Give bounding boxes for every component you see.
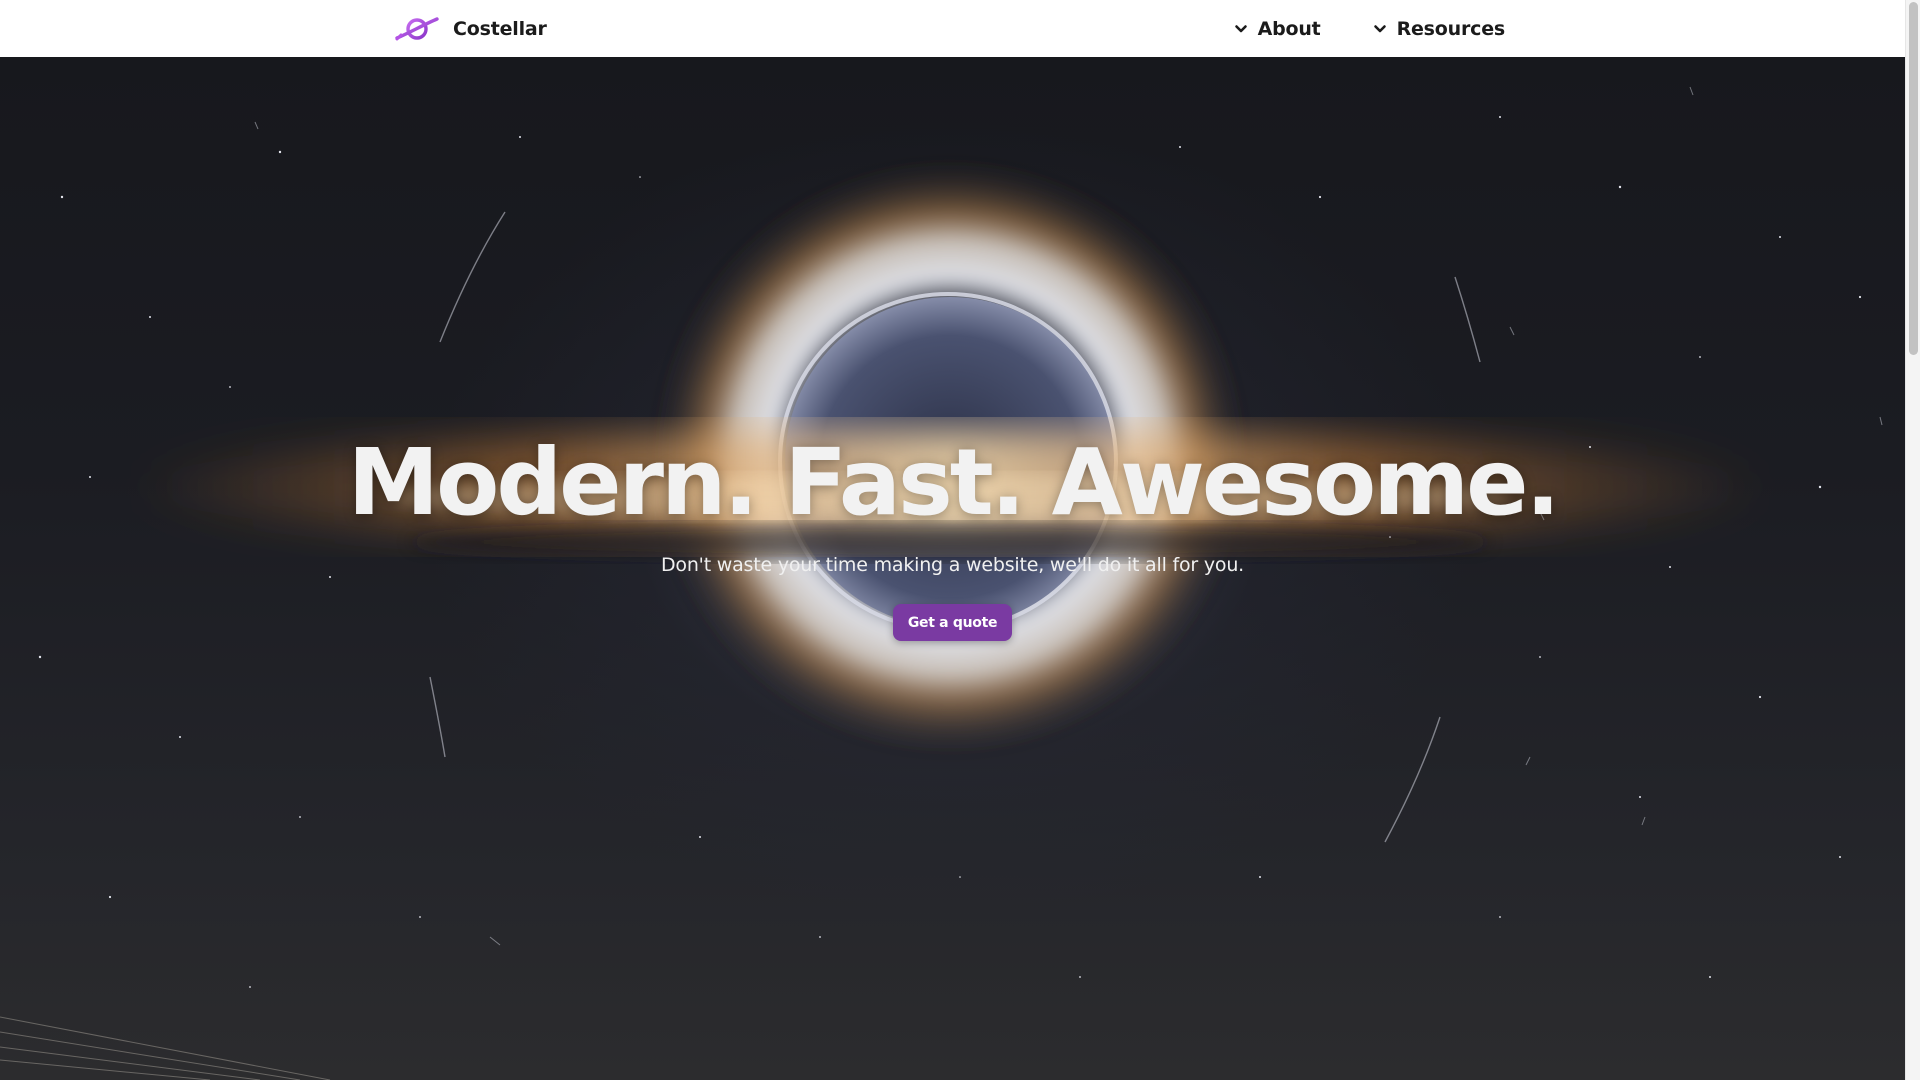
planet-logo-icon bbox=[395, 17, 439, 41]
nav-item-resources[interactable]: Resources bbox=[1373, 18, 1505, 40]
scrollbar-thumb[interactable] bbox=[1909, 2, 1918, 355]
hero-content: Modern. Fast. Awesome. Don't waste your … bbox=[0, 57, 1905, 1080]
page-scrollbar[interactable] bbox=[1905, 0, 1920, 1080]
chevron-down-icon bbox=[1373, 25, 1386, 33]
hero-headline: Modern. Fast. Awesome. bbox=[347, 429, 1561, 536]
top-navbar: Costellar About Resources bbox=[0, 0, 1905, 57]
hero-subtitle: Don't waste your time making a website, … bbox=[660, 554, 1245, 576]
nav-label-resources: Resources bbox=[1396, 18, 1506, 40]
brand-home-link[interactable]: Costellar bbox=[395, 14, 547, 44]
nav-links: About Resources bbox=[1234, 14, 1505, 44]
nav-item-about[interactable]: About bbox=[1234, 18, 1321, 40]
brand-name: Costellar bbox=[453, 18, 547, 40]
get-a-quote-button[interactable]: Get a quote bbox=[893, 604, 1012, 641]
hero-section: Modern. Fast. Awesome. Don't waste your … bbox=[0, 57, 1905, 1080]
nav-label-about: About bbox=[1257, 18, 1321, 40]
chevron-down-icon bbox=[1234, 25, 1247, 33]
